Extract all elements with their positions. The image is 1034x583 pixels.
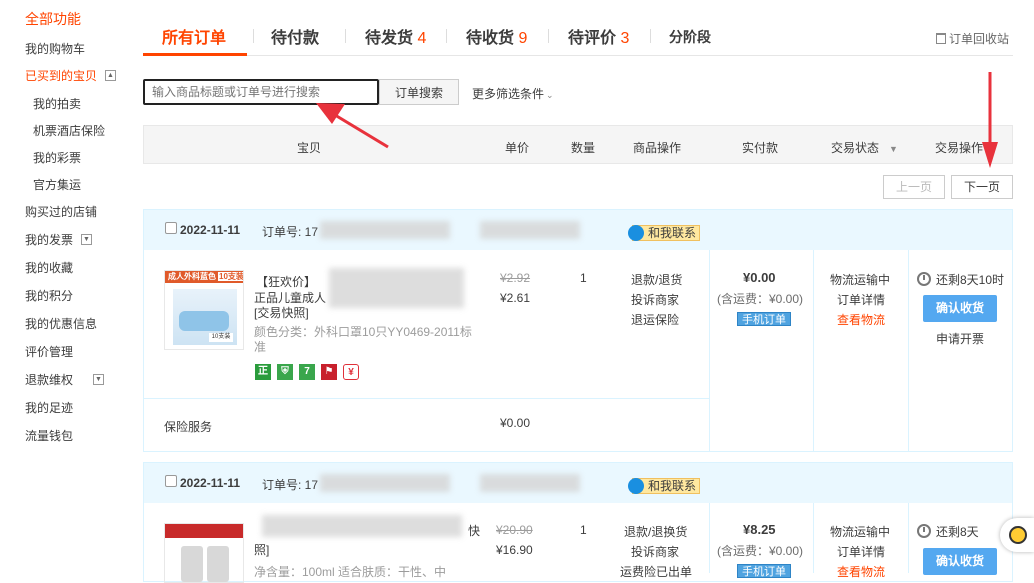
arrow-to-next-page-icon xyxy=(982,72,998,168)
annotation-overlay xyxy=(316,72,998,168)
arrow-to-search-icon xyxy=(316,103,389,149)
